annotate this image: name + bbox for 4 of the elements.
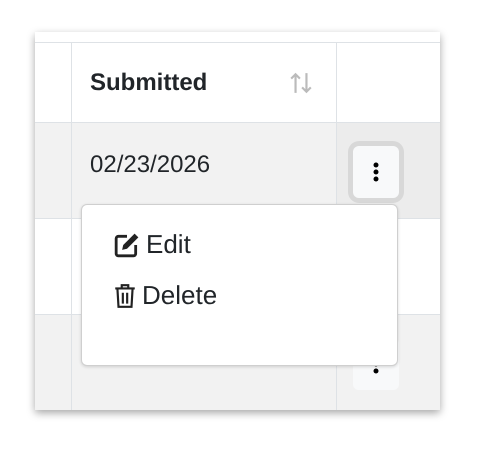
column-header[interactable]: Submitted	[90, 68, 208, 96]
date-text: 02/23/2026	[90, 150, 210, 178]
menu-item[interactable]: Edit	[82, 221, 397, 268]
menu-item[interactable]: Delete	[82, 272, 397, 319]
